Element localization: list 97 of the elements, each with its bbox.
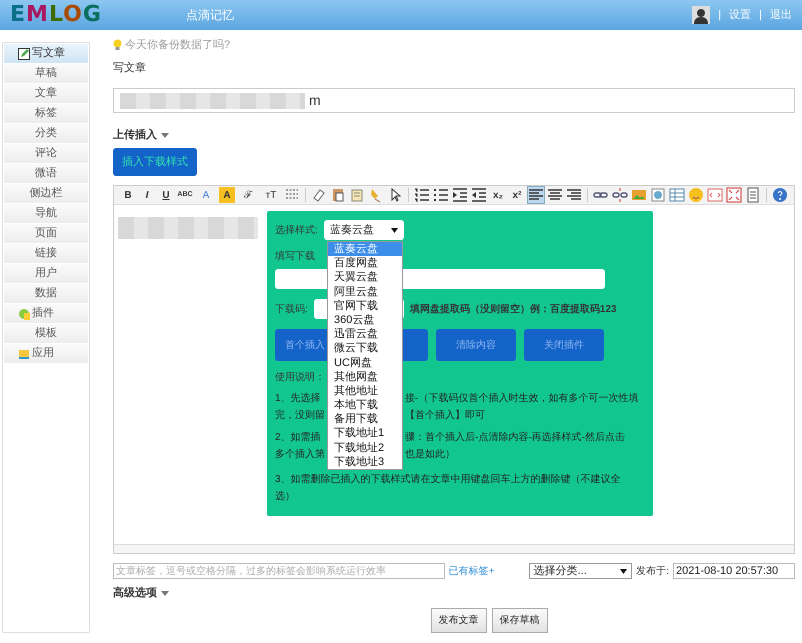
pencil-icon bbox=[18, 48, 30, 60]
link-label: 填写下载 bbox=[275, 250, 315, 264]
page-title: 写文章 bbox=[113, 60, 147, 76]
avatar-icon bbox=[692, 6, 710, 24]
code-icon[interactable] bbox=[707, 187, 723, 203]
instruction-text: 【首个插入】即可 bbox=[405, 408, 485, 423]
highlight-button[interactable]: A bbox=[219, 187, 235, 203]
dropdown-option[interactable]: 百度网盘 bbox=[328, 256, 402, 270]
publish-time-field[interactable]: 2021-08-10 20:57:30 bbox=[673, 563, 795, 579]
bullet-list-icon[interactable] bbox=[433, 187, 449, 203]
sidebar-item[interactable]: 侧边栏 bbox=[4, 184, 88, 204]
page-icon[interactable] bbox=[745, 187, 761, 203]
sidebar-item[interactable]: 插件 bbox=[4, 304, 88, 324]
underline-button[interactable]: U bbox=[158, 187, 174, 203]
caret-icon bbox=[161, 590, 169, 596]
caret-icon bbox=[161, 132, 169, 138]
subscript-button[interactable]: x₂ bbox=[490, 187, 506, 203]
sidebar-item[interactable]: 链接 bbox=[4, 244, 88, 264]
sidebar-item[interactable]: 写文章 bbox=[4, 44, 88, 64]
unlink-icon[interactable] bbox=[612, 187, 628, 203]
font-color-button[interactable]: A bbox=[196, 187, 216, 203]
eraser-icon[interactable] bbox=[311, 187, 327, 203]
caret-icon bbox=[620, 568, 628, 574]
font-size-button[interactable]: тT bbox=[261, 187, 281, 203]
book-icon bbox=[18, 348, 30, 360]
instruction-text: 多个插入第 bbox=[275, 448, 326, 462]
clipboard-icon[interactable] bbox=[330, 187, 346, 203]
align-center-icon[interactable] bbox=[547, 187, 563, 203]
bold-button[interactable]: B bbox=[120, 187, 136, 203]
caret-icon bbox=[390, 228, 398, 232]
help-icon[interactable] bbox=[772, 187, 788, 203]
numbered-list-icon[interactable] bbox=[414, 187, 430, 203]
table-icon[interactable] bbox=[669, 187, 685, 203]
logo: EMLOG bbox=[10, 4, 102, 26]
style-select[interactable]: 蓝奏云盘 bbox=[324, 220, 404, 240]
media-icon[interactable] bbox=[650, 187, 666, 203]
instruction-text: 2、如需插 bbox=[275, 431, 322, 445]
usage-title: 使用说明： bbox=[275, 371, 325, 385]
instruction-text: 3、如需删除已插入的下载样式请在文章中用键盘回车上方的删除键（不建议全 bbox=[275, 472, 621, 487]
sidebar-item[interactable]: 应用 bbox=[4, 344, 88, 364]
instruction-text: 也是如此） bbox=[405, 448, 455, 462]
dropdown-option[interactable]: 下载地址3 bbox=[328, 454, 402, 469]
instruction-text: 1、先选择 bbox=[275, 392, 322, 406]
instruction-text: 接-（下载码仅首个插入时生效，如有多个可一次性填 bbox=[405, 392, 638, 406]
document-icon[interactable] bbox=[349, 187, 365, 203]
sidebar-item[interactable]: 微语 bbox=[4, 164, 88, 184]
tags-field[interactable]: 文章标签，逗号或空格分隔，过多的标签会影响系统运行效率 bbox=[113, 563, 445, 579]
tip-text: 今天你备份数据了吗? bbox=[125, 38, 230, 53]
lightbulb-icon bbox=[113, 39, 122, 52]
sidebar-item[interactable]: 导航 bbox=[4, 204, 88, 224]
dropdown-option[interactable]: 其他地址 bbox=[328, 384, 402, 398]
site-name: 点滴记忆 bbox=[186, 7, 234, 24]
align-left-icon[interactable] bbox=[528, 187, 544, 203]
title-field[interactable]: m bbox=[113, 88, 795, 113]
code-label: 下载码: bbox=[275, 302, 308, 316]
superscript-button[interactable]: x² bbox=[509, 187, 525, 203]
code-hint: 填网盘提取码（没则留空）例：百度提取码123 bbox=[410, 302, 616, 316]
sidebar-item[interactable]: 用户 bbox=[4, 264, 88, 284]
dropdown-option[interactable]: 阿里云盘 bbox=[328, 284, 402, 299]
advanced-toggle[interactable]: 高级选项 bbox=[113, 585, 157, 602]
dropdown-option[interactable]: 官网下载 bbox=[328, 298, 402, 313]
instruction-text: 选） bbox=[275, 490, 295, 504]
dropdown-option[interactable]: 备用下载 bbox=[328, 412, 402, 426]
instruction-text: 骤：首个插入后-点清除内容-再选择样式-然后点击 bbox=[405, 430, 625, 445]
separator-text: | bbox=[718, 8, 722, 23]
sidebar-item[interactable]: 评论 bbox=[4, 144, 88, 164]
action-button[interactable]: 保存草稿 bbox=[492, 608, 548, 632]
sidebar-item[interactable]: 标签 bbox=[4, 104, 88, 124]
dropdown-option[interactable]: 本地下载 bbox=[328, 398, 402, 412]
font-family-button[interactable]: ℱ bbox=[238, 187, 258, 203]
instruction-text: 完，没则留 bbox=[275, 408, 326, 423]
align-right-icon[interactable] bbox=[566, 187, 582, 203]
sidebar-item[interactable]: 模板 bbox=[4, 324, 88, 344]
sidebar-item[interactable]: 草稿 bbox=[4, 64, 88, 84]
sidebar-item[interactable]: 数据 bbox=[4, 284, 88, 304]
dropdown-option[interactable]: 下载地址2 bbox=[328, 440, 402, 455]
sidebar-item[interactable]: 分类 bbox=[4, 124, 88, 144]
action-button[interactable]: 发布文章 bbox=[430, 608, 486, 632]
separator-text: | bbox=[759, 8, 762, 23]
indent-icon[interactable] bbox=[452, 187, 468, 203]
dropdown-option[interactable]: 天翼云盘 bbox=[328, 270, 402, 285]
sidebar-item[interactable]: 文章 bbox=[4, 84, 88, 104]
dropdown-option[interactable]: 下载地址1 bbox=[328, 426, 402, 441]
smiley-icon[interactable] bbox=[688, 187, 704, 203]
fullscreen-icon[interactable] bbox=[726, 187, 742, 203]
image-icon[interactable] bbox=[631, 187, 647, 203]
dropdown-option[interactable]: 其他网盘 bbox=[328, 370, 402, 384]
existing-tags-link[interactable]: 已有标签+ bbox=[448, 564, 495, 578]
italic-button[interactable]: I bbox=[139, 187, 155, 203]
sidebar-item[interactable]: 页面 bbox=[4, 224, 88, 244]
upload-toggle[interactable]: 上传插入 bbox=[113, 127, 157, 144]
style-label: 选择样式: bbox=[275, 224, 318, 238]
category-select[interactable]: 选择分类... bbox=[528, 563, 632, 579]
outdent-icon[interactable] bbox=[471, 187, 487, 203]
puzzle-icon bbox=[18, 308, 30, 320]
dropdown-option[interactable]: 360云盘 bbox=[328, 312, 402, 328]
publish-label: 发布于: bbox=[636, 564, 669, 578]
